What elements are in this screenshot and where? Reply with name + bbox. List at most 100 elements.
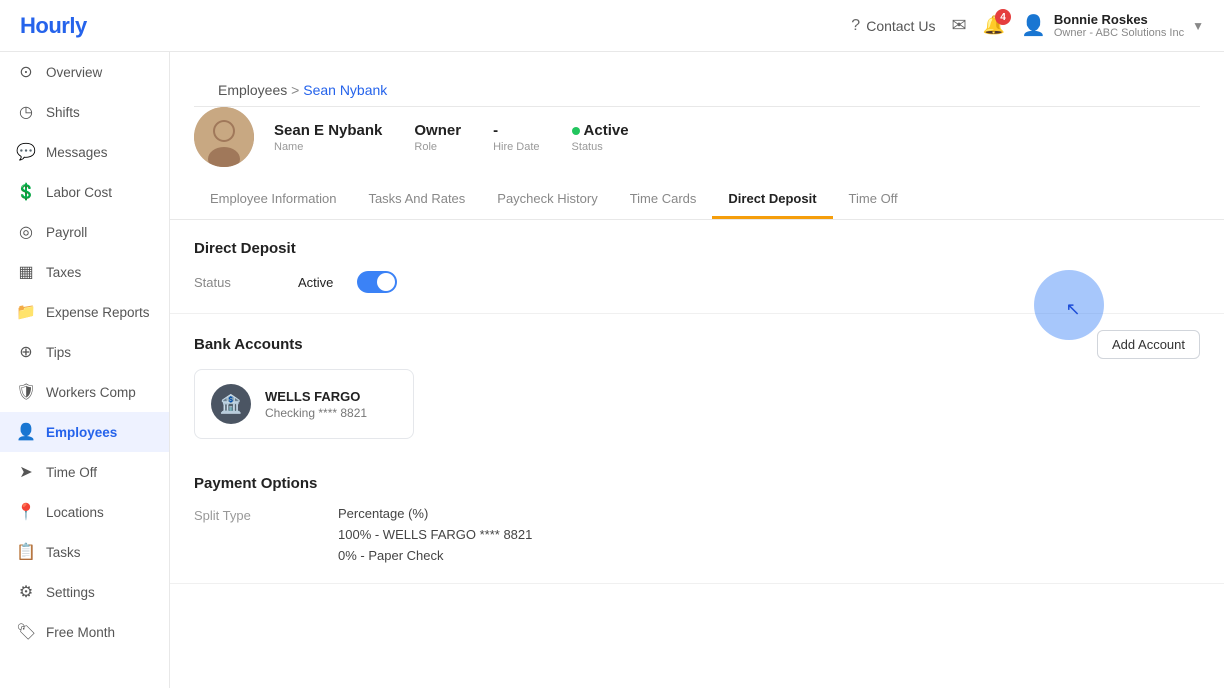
- contact-us-button[interactable]: ? Contact Us: [851, 17, 935, 35]
- payment-row: Split Type Percentage (%) 100% - WELLS F…: [194, 506, 1200, 563]
- sidebar-item-locations[interactable]: 📍 Locations: [0, 492, 169, 532]
- content-area[interactable]: Direct Deposit Status Active Bank Accoun…: [170, 220, 1224, 688]
- avatar: [194, 107, 254, 167]
- sidebar-icon-taxes: ▦: [16, 262, 36, 282]
- user-info: Bonnie Roskes Owner - ABC Solutions Inc: [1054, 12, 1184, 39]
- sidebar-label-employees: Employees: [46, 425, 117, 440]
- employee-status-value: Active: [572, 122, 629, 139]
- sidebar-item-shifts[interactable]: ◷Shifts: [0, 92, 169, 132]
- tab-paycheck-history[interactable]: Paycheck History: [481, 181, 613, 219]
- sidebar-icon-workers-comp: 🛡: [16, 382, 36, 402]
- sidebar-item-workers-comp[interactable]: 🛡 Workers Comp: [0, 372, 169, 412]
- status-dot: [572, 127, 580, 135]
- sidebar-label-labor-cost: Labor Cost: [46, 185, 112, 200]
- add-account-button[interactable]: Add Account: [1097, 330, 1200, 359]
- sidebar-label-payroll: Payroll: [46, 225, 87, 240]
- sidebar-item-labor-cost[interactable]: 💲Labor Cost: [0, 172, 169, 212]
- employee-hire-date-value: -: [493, 122, 539, 139]
- tab-bar: Employee InformationTasks And RatesPaych…: [194, 181, 1200, 219]
- sidebar-item-settings[interactable]: ⚙Settings: [0, 572, 169, 612]
- employee-fields: Sean E Nybank Name Owner Role - Hire Dat…: [274, 122, 629, 153]
- sidebar-item-overview[interactable]: ⊙ Overview: [0, 52, 169, 92]
- tab-time-cards[interactable]: Time Cards: [614, 181, 713, 219]
- sidebar-label-locations: Locations: [46, 505, 104, 520]
- direct-deposit-section: Direct Deposit Status Active: [170, 220, 1224, 314]
- avatar-image: [194, 107, 254, 167]
- bank-info: WELLS FARGO Checking **** 8821: [265, 389, 367, 420]
- sidebar-label-expense-reports: Expense Reports: [46, 305, 150, 320]
- user-name: Bonnie Roskes: [1054, 12, 1184, 27]
- breadcrumb: Employees > Sean Nybank: [194, 68, 1200, 107]
- employee-name-value: Sean E Nybank: [274, 122, 382, 139]
- tab-employee-information[interactable]: Employee Information: [194, 181, 352, 219]
- main-content: Employees > Sean Nybank: [170, 52, 1224, 688]
- sidebar-icon-employees: 👤: [16, 422, 36, 442]
- direct-deposit-title: Direct Deposit: [194, 240, 1200, 257]
- messages-button[interactable]: ✉: [951, 15, 966, 36]
- employee-header: Employees > Sean Nybank: [170, 52, 1224, 220]
- tab-time-off[interactable]: Time Off: [833, 181, 914, 219]
- sidebar-label-workers-comp: Workers Comp: [46, 385, 136, 400]
- notifications-button[interactable]: 🔔 4: [983, 15, 1005, 36]
- notification-badge: 4: [995, 9, 1011, 25]
- sidebar-label-free-month: Free Month: [46, 625, 115, 640]
- sidebar-item-payroll[interactable]: ◎ Payroll: [0, 212, 169, 252]
- payment-options-title: Payment Options: [194, 475, 1200, 492]
- tab-direct-deposit[interactable]: Direct Deposit: [712, 181, 832, 219]
- bank-card[interactable]: 🏦 WELLS FARGO Checking **** 8821: [194, 369, 414, 439]
- sidebar-item-free-month[interactable]: 🏷 Free Month: [0, 612, 169, 652]
- employee-info-row: Sean E Nybank Name Owner Role - Hire Dat…: [194, 107, 1200, 181]
- sidebar-icon-payroll: ◎: [16, 222, 36, 242]
- user-menu[interactable]: 👤 Bonnie Roskes Owner - ABC Solutions In…: [1021, 12, 1204, 39]
- sidebar-item-expense-reports[interactable]: 📁 Expense Reports: [0, 292, 169, 332]
- split-option-0: 100% - WELLS FARGO **** 8821: [338, 527, 532, 542]
- bank-type: Checking **** 8821: [265, 406, 367, 420]
- sidebar-icon-settings: ⚙: [16, 582, 36, 602]
- sidebar-item-tips[interactable]: ⊕Tips: [0, 332, 169, 372]
- breadcrumb-separator: >: [287, 82, 303, 98]
- sidebar-icon-shifts: ◷: [16, 102, 36, 122]
- app-logo: Hourly: [20, 13, 87, 39]
- main-layout: ⊙ Overview ◷Shifts 💬 Messages 💲Labor Cost ◎ Pay…: [0, 52, 1224, 688]
- sidebar-label-time-off: Time Off: [46, 465, 97, 480]
- sidebar-icon-time-off: ➤: [16, 462, 36, 482]
- sidebar-icon-overview: ⊙: [16, 62, 36, 82]
- payment-options-section: Payment Options Split Type Percentage (%…: [170, 455, 1224, 584]
- employee-name-label: Name: [274, 141, 382, 153]
- sidebar-icon-free-month: 🏷: [16, 622, 36, 642]
- bank-accounts-title: Bank Accounts: [194, 336, 303, 353]
- tab-tasks-and-rates[interactable]: Tasks And Rates: [352, 181, 481, 219]
- sidebar-label-messages: Messages: [46, 145, 108, 160]
- employee-hire-date-label: Hire Date: [493, 141, 539, 153]
- bank-icon: 🏦: [211, 384, 251, 424]
- employee-role-field: Owner Role: [414, 122, 461, 153]
- topnav-right: ? Contact Us ✉ 🔔 4 👤 Bonnie Roskes Owner…: [851, 12, 1204, 39]
- sidebar-item-tasks[interactable]: 📋Tasks: [0, 532, 169, 572]
- bank-accounts-section: Bank Accounts Add Account 🏦 WELLS FARGO …: [170, 314, 1224, 439]
- sidebar-item-time-off[interactable]: ➤ Time Off: [0, 452, 169, 492]
- sidebar: ⊙ Overview ◷Shifts 💬 Messages 💲Labor Cost ◎ Pay…: [0, 52, 170, 688]
- status-value: Active: [298, 275, 333, 290]
- split-type-label: Split Type: [194, 506, 314, 523]
- sidebar-item-messages[interactable]: 💬 Messages: [0, 132, 169, 172]
- sidebar-icon-messages: 💬: [16, 142, 36, 162]
- sidebar-icon-tasks: 📋: [16, 542, 36, 562]
- user-role: Owner - ABC Solutions Inc: [1054, 27, 1184, 39]
- breadcrumb-current: Sean Nybank: [303, 82, 387, 98]
- sidebar-item-taxes[interactable]: ▦ Taxes: [0, 252, 169, 292]
- sidebar-label-overview: Overview: [46, 65, 102, 80]
- employee-role-label: Role: [414, 141, 461, 153]
- sidebar-label-tips: Tips: [46, 345, 71, 360]
- user-icon: 👤: [1021, 13, 1046, 38]
- split-option-1: 0% - Paper Check: [338, 548, 532, 563]
- sidebar-icon-expense-reports: 📁: [16, 302, 36, 322]
- sidebar-item-employees[interactable]: 👤 Employees: [0, 412, 169, 452]
- status-row: Status Active: [194, 271, 1200, 293]
- active-toggle[interactable]: [357, 271, 397, 293]
- status-label: Status: [194, 275, 274, 290]
- sidebar-icon-locations: 📍: [16, 502, 36, 522]
- sidebar-label-taxes: Taxes: [46, 265, 81, 280]
- employee-status-label: Status: [572, 141, 629, 153]
- employee-status-field: Active Status: [572, 122, 629, 153]
- breadcrumb-parent[interactable]: Employees: [218, 82, 287, 98]
